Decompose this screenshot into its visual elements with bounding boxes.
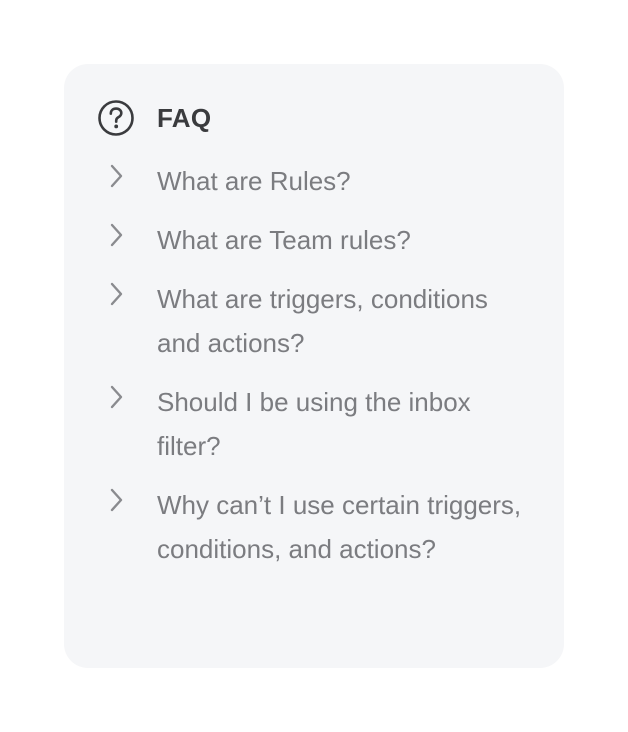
faq-question: What are Rules? <box>157 166 351 196</box>
chevron-right-icon <box>110 385 123 409</box>
faq-item[interactable]: What are Team rules? <box>64 218 564 262</box>
faq-item[interactable]: Should I be using the inbox filter? <box>64 380 564 468</box>
faq-item[interactable]: What are triggers, conditions and action… <box>64 277 564 365</box>
chevron-right-icon <box>110 488 123 512</box>
chevron-right-icon <box>110 223 123 247</box>
faq-list: What are Rules? What are Team rules? Wha… <box>64 164 564 591</box>
faq-header <box>97 99 135 137</box>
faq-card: FAQ What are Rules? What are Team rules?… <box>64 64 564 668</box>
faq-question: What are Team rules? <box>157 225 411 255</box>
chevron-right-icon <box>110 282 123 306</box>
faq-question: What are triggers, conditions and action… <box>157 284 488 358</box>
faq-title: FAQ <box>157 103 212 133</box>
question-circle-icon <box>98 100 134 136</box>
faq-item[interactable]: Why can’t I use certain triggers, condit… <box>64 483 564 571</box>
faq-question: Should I be using the inbox filter? <box>157 387 471 461</box>
faq-question: Why can’t I use certain triggers, condit… <box>157 490 522 564</box>
faq-item[interactable]: What are Rules? <box>64 159 564 203</box>
chevron-right-icon <box>110 164 123 188</box>
